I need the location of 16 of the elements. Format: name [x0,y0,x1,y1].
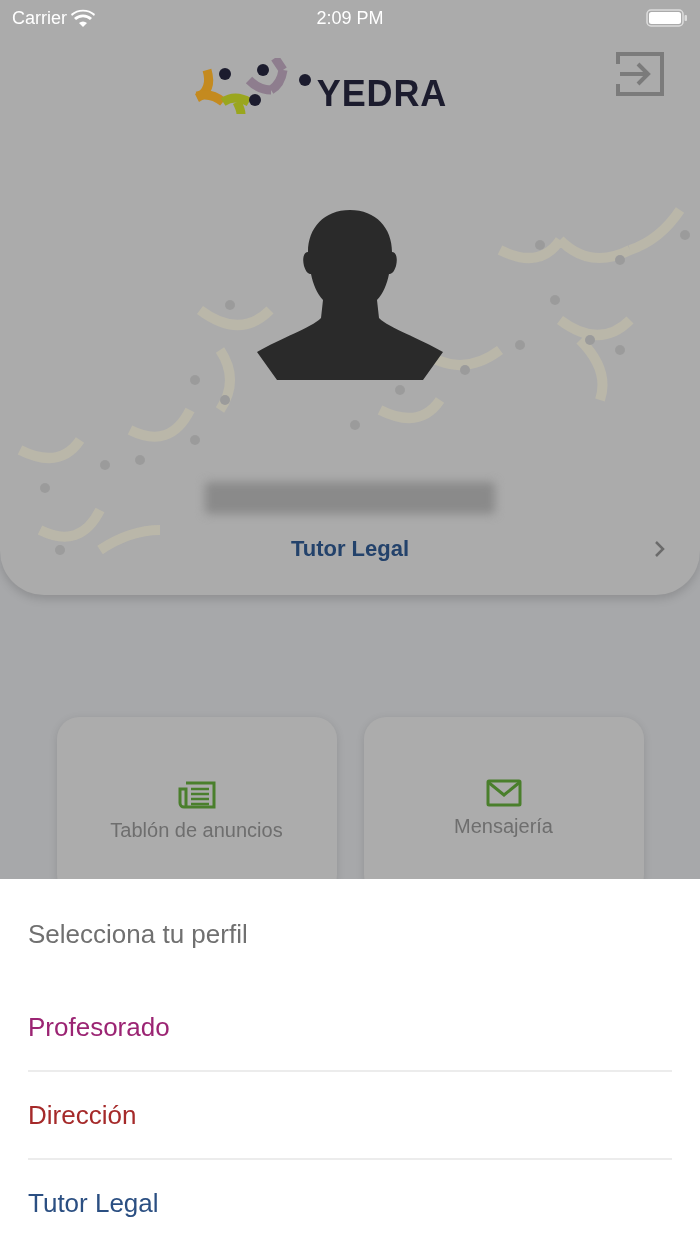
clock-text: 2:09 PM [316,6,384,30]
profile-option[interactable]: Profesorado [28,984,672,1072]
logo-text: YEDRA [316,76,448,112]
wifi-icon [71,9,95,27]
logout-button[interactable] [616,50,664,98]
logout-icon [616,50,664,98]
battery-icon [646,8,688,28]
carrier-text: Carrier [12,6,67,30]
logo-figures-icon [192,58,313,114]
profile-option[interactable]: Dirección [28,1072,672,1160]
profile-option[interactable]: Tutor Legal [28,1160,672,1244]
profile-role: Tutor Legal [290,535,410,563]
sheet-title: Selecciona tu perfil [28,918,249,951]
mail-icon [485,779,522,807]
newspaper-icon [177,779,216,811]
chevron-right-icon[interactable] [654,539,666,558]
